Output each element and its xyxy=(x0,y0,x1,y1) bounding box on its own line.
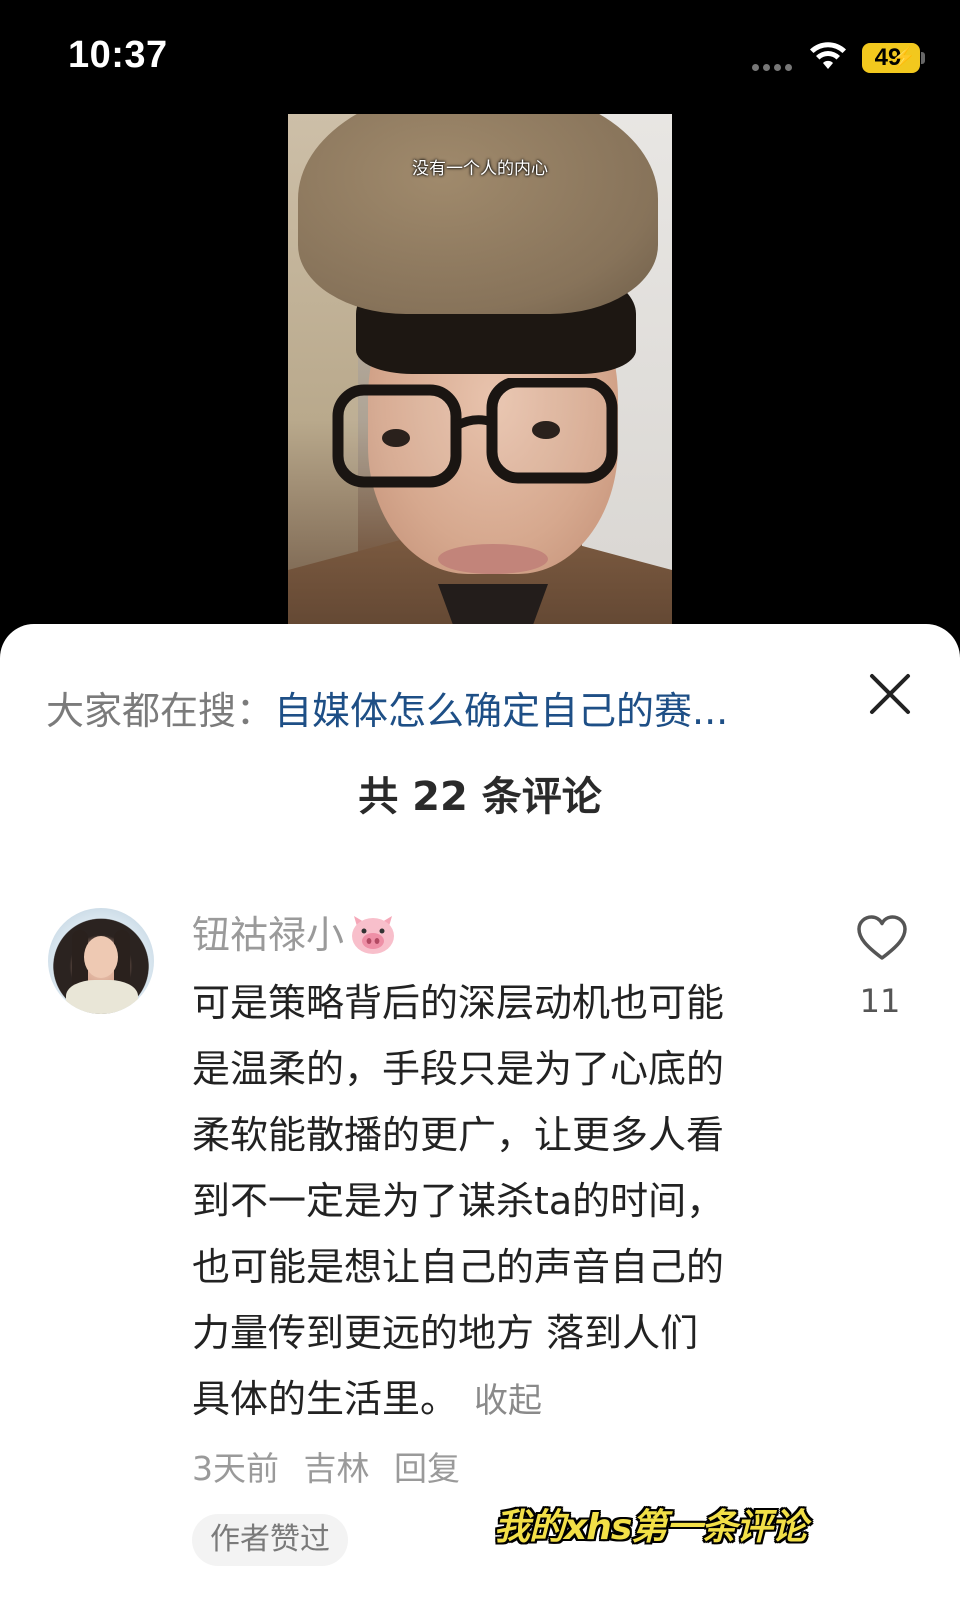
video-person-shirt xyxy=(438,584,548,624)
avatar-face xyxy=(84,936,118,978)
heart-icon[interactable] xyxy=(856,914,908,962)
like-count: 11 xyxy=(859,982,901,1020)
video-person-mouth xyxy=(438,544,548,574)
overlay-caption: 我的xhs第一条评论 xyxy=(494,1507,807,1548)
cellular-signal-icon xyxy=(752,64,792,71)
video-person-glasses xyxy=(332,378,618,488)
video-player[interactable]: 没有一个人的内心 xyxy=(288,114,672,624)
bolt-icon: ⚡ xyxy=(891,47,916,69)
close-icon[interactable] xyxy=(866,670,914,718)
pig-face-icon xyxy=(352,916,395,954)
comment-text-line-last: 具体的生活里。 收起 xyxy=(192,1366,802,1434)
collapse-link[interactable]: 收起 xyxy=(474,1381,542,1421)
comment-text-line: 是温柔的，手段只是为了心底的 xyxy=(192,1047,725,1091)
status-time: 10:37 xyxy=(68,34,168,76)
video-person-cap xyxy=(298,114,658,314)
screen: 10:37 49 ⚡ 没有一个人的内心 大家都在搜：自媒体怎么确定自己的赛...… xyxy=(0,0,960,1597)
comment-username-text: 钮祜禄小 xyxy=(192,913,345,957)
comment-meta: 3天前 吉林 回复 xyxy=(192,1442,474,1490)
comment-text-line: 柔软能散播的更广，让更多人看 xyxy=(192,1113,725,1157)
comment-username[interactable]: 钮祜禄小 xyxy=(192,904,398,959)
comment-location: 吉林 xyxy=(303,1449,370,1488)
comment-text-line: 具体的生活里。 xyxy=(192,1377,459,1421)
comment-text-line: 到不一定是为了谋杀ta的时间， xyxy=(192,1179,725,1223)
status-bar: 10:37 49 ⚡ xyxy=(0,0,960,110)
comment-text-line: 可是策略背后的深层动机也可能 xyxy=(192,981,725,1025)
comment-text-line: 力量传到更远的地方 落到人们 xyxy=(192,1311,699,1355)
comment-text-line: 也可能是想让自己的声音自己的 xyxy=(192,1245,725,1289)
reply-button[interactable]: 回复 xyxy=(394,1449,460,1488)
avatar[interactable] xyxy=(48,908,154,1014)
video-subtitle: 没有一个人的内心 xyxy=(412,159,548,179)
comment-time: 3天前 xyxy=(192,1449,279,1488)
comment-text: 可是策略背后的深层动机也可能 是温柔的，手段只是为了心底的 柔软能散播的更广，让… xyxy=(192,970,802,1434)
search-suggestion-prefix: 大家都在搜： xyxy=(46,689,275,733)
author-liked-badge: 作者赞过 xyxy=(192,1514,348,1566)
battery-tip xyxy=(921,52,925,64)
battery-indicator: 49 ⚡ xyxy=(862,43,920,73)
search-suggestion[interactable]: 大家都在搜：自媒体怎么确定自己的赛... xyxy=(46,680,728,735)
comments-count-title: 共 22 条评论 xyxy=(358,774,602,820)
avatar-body xyxy=(66,980,138,1014)
search-suggestion-query[interactable]: 自媒体怎么确定自己的赛... xyxy=(274,689,728,733)
wifi-icon xyxy=(810,42,846,69)
